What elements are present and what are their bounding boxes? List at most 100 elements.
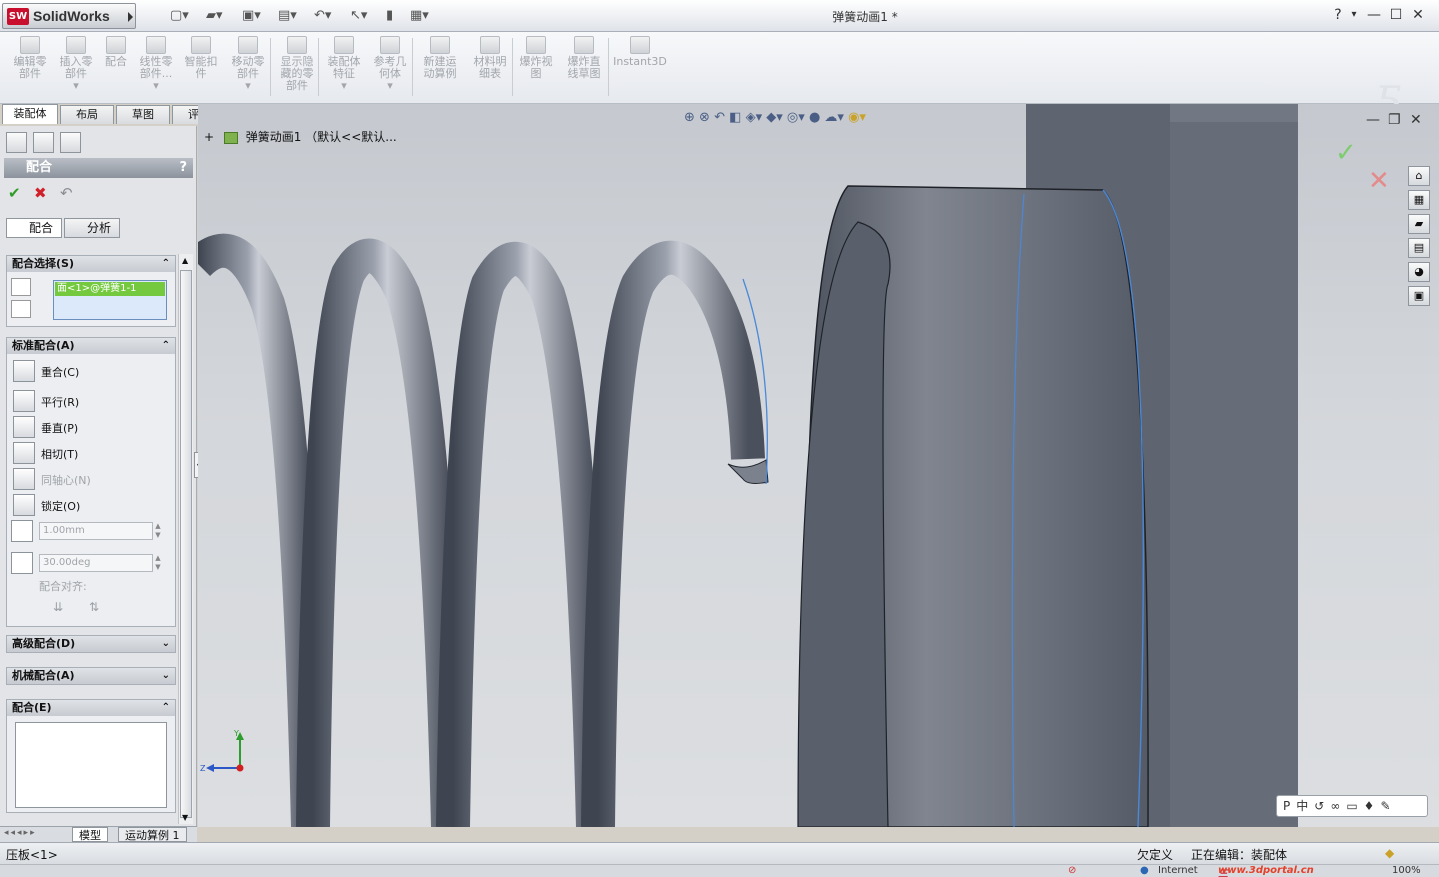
solidworks-resources-icon[interactable]: ⌂: [1408, 166, 1430, 186]
tab-motion-study-1[interactable]: 运动算例 1: [118, 827, 187, 842]
new-motion-study-button[interactable]: 新建运 动算例: [418, 36, 462, 100]
mate-option-4[interactable]: 同轴心(N): [13, 468, 173, 490]
close-button[interactable]: ✕: [1408, 6, 1428, 24]
print-icon[interactable]: ▤▾: [278, 8, 297, 24]
expand-plus-icon[interactable]: +: [204, 130, 214, 144]
insert-component-button[interactable]: 插入零 部件 ▾: [54, 36, 98, 100]
expand-chevron-icon[interactable]: ⌄: [162, 636, 170, 652]
ref-toolbar-icon-3[interactable]: ∞: [1330, 799, 1346, 813]
pm-help-icon[interactable]: ?: [179, 158, 187, 178]
appearances-icon[interactable]: ◕: [1408, 262, 1430, 282]
feature-tree-flyout[interactable]: + 弹簧动画1 （默认<<默认...: [204, 128, 397, 145]
linear-pattern-button[interactable]: 线性零 部件... ▾: [136, 36, 176, 100]
minimize-button[interactable]: —: [1364, 6, 1384, 24]
scroll-up-icon[interactable]: ▲: [182, 256, 188, 265]
mate-selection-header[interactable]: 配合选择(S) ⌃: [7, 256, 175, 272]
advanced-mates-header[interactable]: 高级配合(D) ⌄: [7, 636, 175, 652]
subtab-mates[interactable]: 配合: [6, 218, 62, 238]
display-style-icon[interactable]: ◆▾: [766, 110, 783, 125]
mate-option-3[interactable]: 相切(T): [13, 442, 173, 464]
mates-header[interactable]: 配合(E) ⌃: [7, 700, 175, 716]
tab-model[interactable]: 模型: [72, 827, 108, 842]
section-view-icon[interactable]: ◧: [729, 110, 741, 125]
mate-option-1[interactable]: 平行(R): [13, 390, 173, 412]
previous-view-icon[interactable]: ↶: [714, 110, 725, 125]
property-manager-tab-icon[interactable]: [33, 132, 54, 153]
instant3d-button[interactable]: Instant3D: [612, 36, 668, 100]
exploded-view-button[interactable]: 爆炸视图: [516, 36, 556, 100]
view-orientation-icon[interactable]: ◈▾: [746, 110, 763, 125]
maximize-button[interactable]: ☐: [1386, 6, 1406, 24]
panel-scrollbar[interactable]: ▲ ▼: [178, 254, 193, 824]
explode-line-sketch-button[interactable]: 爆炸直 线草图: [562, 36, 606, 100]
configuration-manager-tab-icon[interactable]: [60, 132, 81, 153]
file-explorer-icon[interactable]: ▰: [1408, 214, 1430, 234]
viewport-close-icon[interactable]: ✕: [1410, 112, 1422, 128]
distance-spinner[interactable]: ▲ ▼: [153, 522, 163, 540]
angle-input[interactable]: 30.00deg: [39, 554, 153, 572]
mates-list-box[interactable]: [15, 722, 167, 808]
selected-face-item[interactable]: 面<1>@弹簧1-1: [55, 282, 165, 296]
feature-manager-tab-icon[interactable]: [6, 132, 27, 153]
open-folder-icon[interactable]: ▰▾: [206, 8, 223, 24]
mechanical-mates-group[interactable]: 机械配合(A) ⌄: [6, 667, 176, 685]
help-menu-chevron-icon[interactable]: ▾: [1344, 6, 1364, 24]
mate-option-0[interactable]: 重合(C): [13, 360, 173, 382]
tab-1[interactable]: 布局: [60, 105, 114, 124]
subtab-analysis[interactable]: 分析: [64, 218, 120, 238]
undo-mate-icon[interactable]: ↶: [60, 184, 73, 202]
confirmation-corner-cancel-icon[interactable]: ✕: [1368, 166, 1390, 196]
viewport-restore-icon[interactable]: ❐: [1388, 112, 1401, 128]
status-tag-icon[interactable]: ◆: [1385, 846, 1394, 860]
options-icon[interactable]: ▦▾: [410, 8, 429, 24]
custom-properties-icon[interactable]: ▣: [1408, 286, 1430, 306]
ref-toolbar-icon-6[interactable]: ✎: [1380, 799, 1396, 813]
mechanical-mates-header[interactable]: 机械配合(A) ⌄: [7, 668, 175, 684]
mate-button[interactable]: 配合: [100, 36, 132, 100]
viewport-minimize-icon[interactable]: —: [1366, 112, 1380, 128]
view-palette-icon[interactable]: ▤: [1408, 238, 1430, 258]
apply-scene-icon[interactable]: ☁▾: [824, 110, 844, 125]
zoom-to-fit-icon[interactable]: ⊕: [684, 110, 695, 125]
collapse-chevron-icon[interactable]: ⌃: [162, 256, 170, 272]
design-library-icon[interactable]: ▦: [1408, 190, 1430, 210]
view-settings-icon[interactable]: ◉▾: [848, 110, 866, 125]
cancel-x-icon[interactable]: ✖: [34, 184, 47, 202]
graphics-area[interactable]: + 弹簧动画1 （默认<<默认... ⊕ ⊗ ↶ ◧ ◈▾ ◆▾ ◎▾ ● ☁▾…: [198, 104, 1439, 827]
bill-of-materials-button[interactable]: 材料明 细表: [468, 36, 512, 100]
tab-2[interactable]: 草图: [116, 105, 170, 124]
smart-fastener-button[interactable]: 智能扣件: [180, 36, 222, 100]
tab-scroll-arrows-icon[interactable]: ◂◂◂▸▸: [4, 828, 37, 838]
scroll-thumb[interactable]: [180, 270, 192, 818]
standard-mates-header[interactable]: 标准配合(A) ⌃: [7, 338, 175, 354]
collapse-chevron-icon[interactable]: ⌃: [162, 700, 170, 716]
zoom-to-area-icon[interactable]: ⊗: [699, 110, 710, 125]
ref-toolbar-icon-5[interactable]: ♦: [1364, 799, 1381, 813]
advanced-mates-group[interactable]: 高级配合(D) ⌄: [6, 635, 176, 653]
ok-check-icon[interactable]: ✔: [8, 184, 21, 202]
edit-appearance-icon[interactable]: ●: [809, 110, 820, 125]
mate-selection-list[interactable]: 面<1>@弹簧1-1: [53, 280, 167, 320]
expand-chevron-icon[interactable]: ⌄: [162, 668, 170, 684]
ref-toolbar-icon-4[interactable]: ▭: [1346, 799, 1363, 813]
anti-aligned-icon[interactable]: ⇅: [89, 600, 99, 614]
angle-spinner[interactable]: ▲ ▼: [153, 554, 163, 572]
edit-component-button[interactable]: 编辑零 部件: [8, 36, 52, 100]
reference-geometry-button[interactable]: 参考几 何体 ▾: [368, 36, 412, 100]
undo-icon[interactable]: ↶▾: [314, 8, 331, 24]
distance-input[interactable]: 1.00mm: [39, 522, 153, 540]
solidworks-menu-button[interactable]: SW SolidWorks: [2, 3, 136, 29]
tab-0[interactable]: 装配体: [2, 104, 58, 124]
show-hidden-button[interactable]: 显示隐 藏的零 部件: [276, 36, 318, 100]
angle-mate-icon[interactable]: [11, 552, 33, 574]
select-arrow-icon[interactable]: ↖▾: [350, 8, 367, 24]
ref-toolbar-icon-0[interactable]: P: [1283, 799, 1296, 813]
confirmation-corner-ok-icon[interactable]: ✓: [1335, 138, 1357, 168]
hide-show-items-icon[interactable]: ◎▾: [787, 110, 805, 125]
move-component-button[interactable]: 移动零 部件 ▾: [226, 36, 270, 100]
mate-option-2[interactable]: 垂直(P): [13, 416, 173, 438]
assembly-features-button[interactable]: 装配体 特征 ▾: [322, 36, 366, 100]
ref-toolbar-icon-1[interactable]: 中: [1296, 799, 1314, 813]
collapse-chevron-icon[interactable]: ⌃: [162, 338, 170, 354]
save-icon[interactable]: ▣▾: [242, 8, 261, 24]
